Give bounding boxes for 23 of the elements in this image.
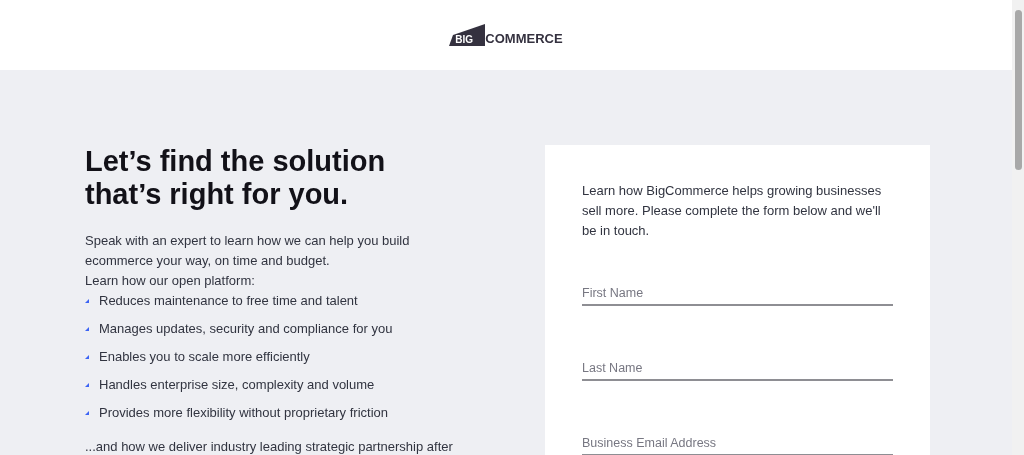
text-field[interactable]: First Name	[582, 281, 893, 306]
hero-lead: Learn how our open platform:	[85, 272, 256, 290]
brand-logo[interactable]: BIG COMMERCE	[449, 24, 563, 46]
hero-heading: Let’s find the solution that’s right for you.	[85, 145, 387, 211]
scrollbar-thumb[interactable]	[1014, 10, 1022, 170]
logo-mark-text: BIG	[455, 35, 474, 45]
bullet-icon	[85, 383, 89, 387]
benefit-text: Provides more flexibility without proprietary friction	[99, 404, 388, 423]
logo-text: COMMERCE	[485, 32, 563, 45]
bullet-icon	[85, 299, 89, 303]
bullet-icon	[85, 411, 89, 415]
hero-intro: Speak with an expert to learn how we can help you build ecommerce your way, on time and budget.	[85, 232, 411, 270]
bullet-icon	[85, 355, 89, 359]
text-field[interactable]: Last Name	[582, 356, 893, 381]
hero-closing: ...and how we deliver industry leading strategic partnership after	[85, 438, 454, 455]
benefit-text: Handles enterprise size, complexity and volume	[99, 376, 375, 395]
bullet-icon	[85, 327, 89, 331]
triangle-logo-icon	[449, 24, 486, 46]
form-intro: Learn how BigCommerce helps growing businesses sell more. Please complete the form below and we'll be in touch.	[582, 182, 883, 240]
benefit-text: Enables you to scale more efficiently	[99, 348, 310, 367]
benefit-text: Reduces maintenance to free time and talent	[99, 292, 358, 311]
benefit-text: Manages updates, security and compliance for you	[99, 320, 393, 339]
text-field[interactable]: Business Email Address	[582, 431, 893, 455]
